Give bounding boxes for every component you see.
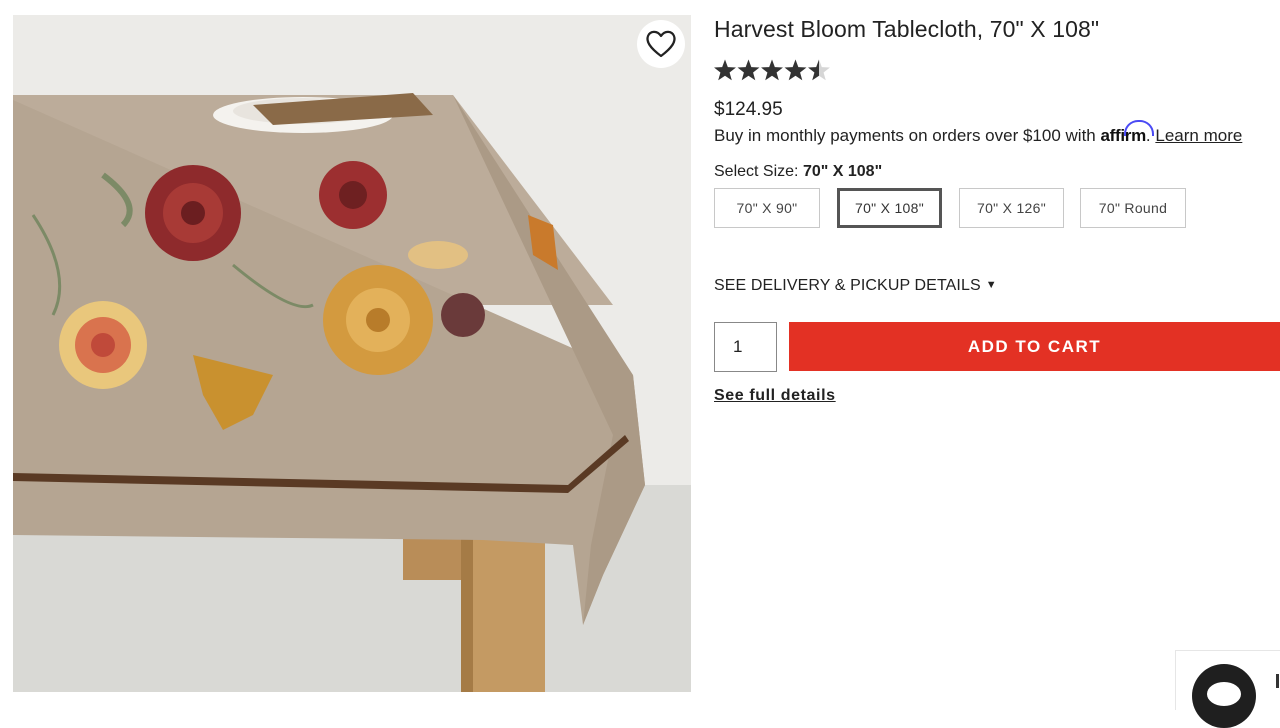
dahlia-red-small xyxy=(319,161,387,229)
star-icon xyxy=(784,59,807,81)
product-title: Harvest Bloom Tablecloth, 70" X 108" xyxy=(714,16,1100,42)
size-label: Select Size: 70" X 108" xyxy=(714,163,883,180)
dahlia-cream xyxy=(59,301,147,389)
see-full-details-link[interactable]: See full details xyxy=(714,387,836,405)
product-image[interactable] xyxy=(13,15,691,692)
learn-more-link[interactable]: Learn more xyxy=(1155,126,1242,145)
berry-cluster xyxy=(441,293,485,337)
affirm-message: Buy in monthly payments on orders over $… xyxy=(714,120,1242,146)
quantity-input[interactable] xyxy=(714,322,777,372)
wheat-sprig xyxy=(408,241,468,269)
favorite-button[interactable] xyxy=(637,20,685,68)
rating-stars[interactable] xyxy=(714,58,834,84)
caret-down-icon: ▼ xyxy=(985,279,997,291)
size-option-70-round[interactable]: 70" Round xyxy=(1080,188,1186,228)
product-price: $124.95 xyxy=(714,99,783,120)
delivery-pickup-toggle[interactable]: SEE DELIVERY & PICKUP DETAILS ▼ xyxy=(714,277,997,295)
dahlia-red-large xyxy=(145,165,241,261)
add-to-cart-button[interactable]: ADD TO CART xyxy=(789,322,1280,371)
affirm-logo: affirm xyxy=(1100,120,1155,145)
chat-panel-edge xyxy=(1276,674,1279,688)
heart-outline-icon xyxy=(646,30,676,58)
star-icon xyxy=(808,59,830,81)
size-option-70x126[interactable]: 70" X 126" xyxy=(959,188,1064,228)
size-option-70x90[interactable]: 70" X 90" xyxy=(714,188,820,228)
size-option-70x108[interactable]: 70" X 108" xyxy=(837,188,942,228)
chrysanthemum-gold xyxy=(323,265,433,375)
tablecloth-illustration xyxy=(13,15,691,692)
star-icon xyxy=(761,59,783,81)
selected-size-value: 70" X 108" xyxy=(802,163,883,180)
chat-bubble-icon xyxy=(1207,682,1241,706)
star-icon xyxy=(737,59,760,81)
affirm-text: Buy in monthly payments on orders over $… xyxy=(714,126,1101,145)
star-icon xyxy=(714,59,736,81)
